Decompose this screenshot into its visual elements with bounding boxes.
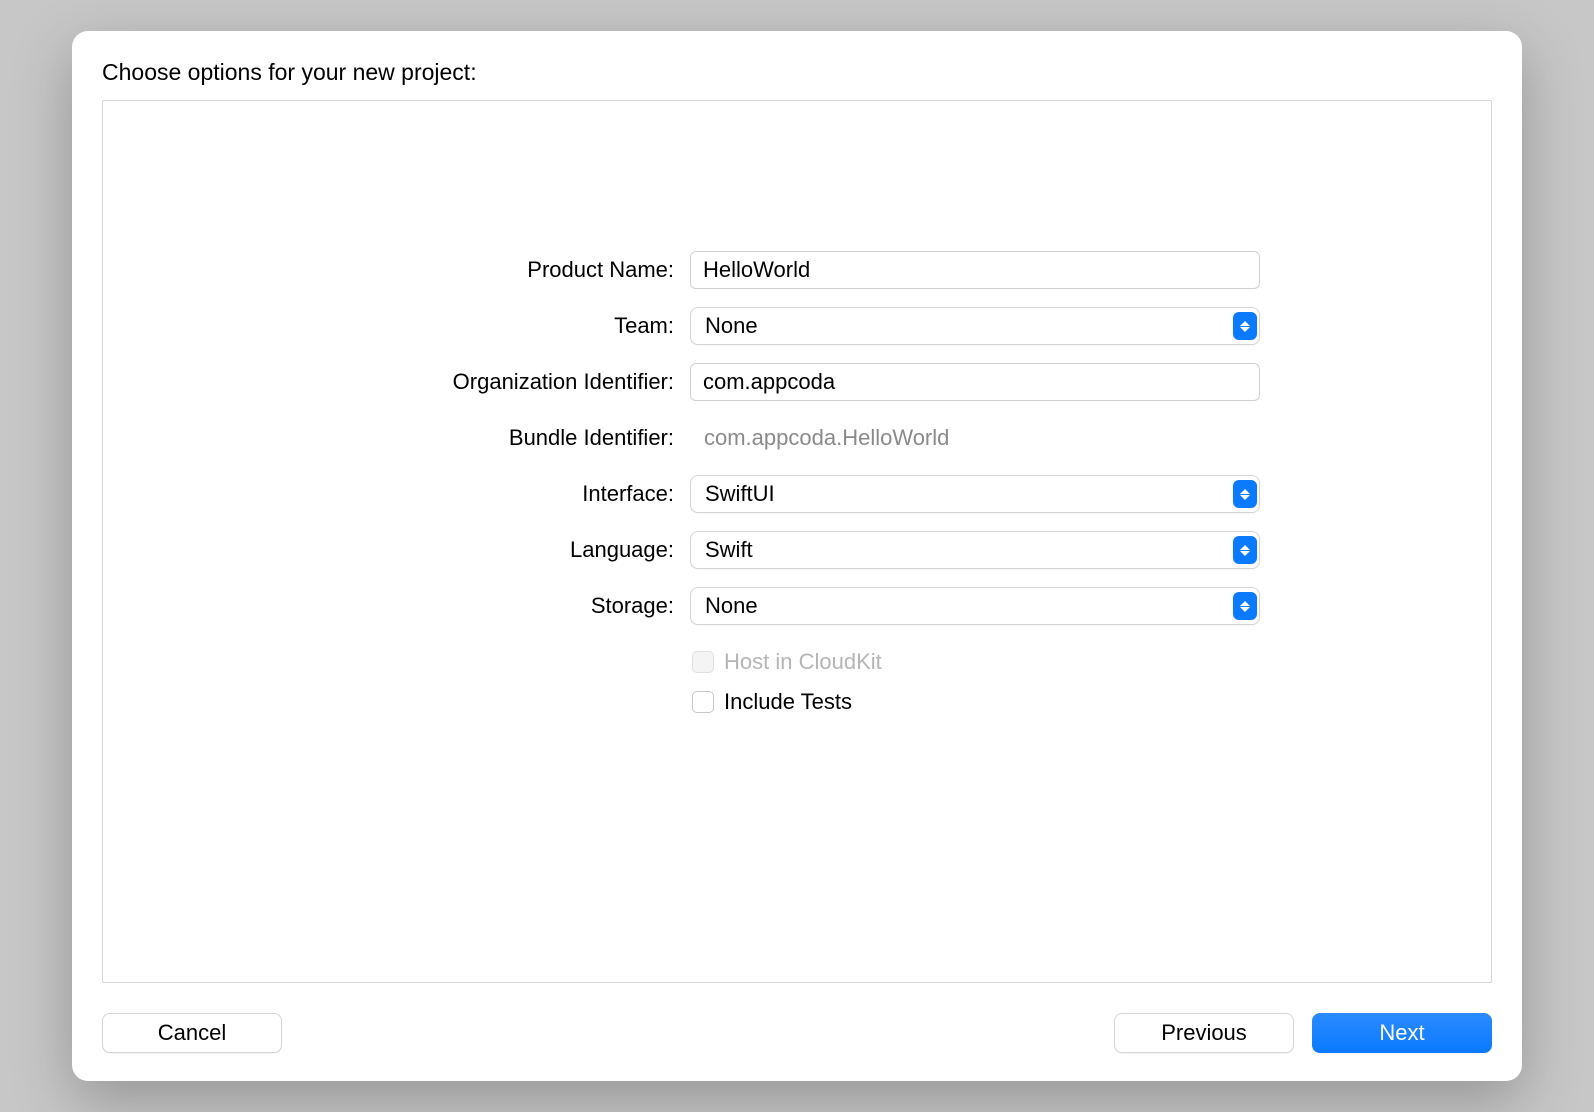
team-select[interactable]: None [690,307,1260,345]
host-cloudkit-label: Host in CloudKit [724,649,882,675]
team-label: Team: [334,313,674,339]
product-name-label: Product Name: [334,257,674,283]
chevron-up-icon [1240,321,1250,326]
chevron-up-icon [1240,545,1250,550]
storage-select-button[interactable] [1233,592,1257,620]
bundle-identifier-value: com.appcoda.HelloWorld [690,419,1260,457]
interface-select[interactable]: SwiftUI [690,475,1260,513]
include-tests-checkbox[interactable] [692,691,714,713]
language-select-value: Swift [690,531,1260,569]
chevron-down-icon [1240,551,1250,556]
chevron-down-icon [1240,495,1250,500]
new-project-options-dialog: Choose options for your new project: Pro… [72,31,1522,1081]
language-select-button[interactable] [1233,536,1257,564]
interface-label: Interface: [334,481,674,507]
options-content-frame: Product Name: Team: None Organization Id… [102,100,1492,983]
host-cloudkit-checkbox [692,651,714,673]
dialog-title: Choose options for your new project: [102,59,1492,86]
chevron-down-icon [1240,607,1250,612]
bundle-identifier-label: Bundle Identifier: [334,425,674,451]
host-cloudkit-row: Host in CloudKit [690,647,1260,677]
checkbox-stack: Host in CloudKit Include Tests [690,643,1260,717]
cancel-button[interactable]: Cancel [102,1013,282,1053]
button-row: Cancel Previous Next [102,1013,1492,1053]
interface-select-button[interactable] [1233,480,1257,508]
include-tests-row[interactable]: Include Tests [690,687,1260,717]
form-grid: Product Name: Team: None Organization Id… [334,251,1260,717]
product-name-input[interactable] [690,251,1260,289]
team-select-button[interactable] [1233,312,1257,340]
language-select[interactable]: Swift [690,531,1260,569]
include-tests-label: Include Tests [724,689,852,715]
previous-button[interactable]: Previous [1114,1013,1294,1053]
org-identifier-label: Organization Identifier: [334,369,674,395]
storage-label: Storage: [334,593,674,619]
language-label: Language: [334,537,674,563]
button-group-right: Previous Next [1114,1013,1492,1053]
org-identifier-input[interactable] [690,363,1260,401]
next-button[interactable]: Next [1312,1013,1492,1053]
chevron-up-icon [1240,601,1250,606]
chevron-down-icon [1240,327,1250,332]
team-select-value: None [690,307,1260,345]
storage-select-value: None [690,587,1260,625]
interface-select-value: SwiftUI [690,475,1260,513]
storage-select[interactable]: None [690,587,1260,625]
chevron-up-icon [1240,489,1250,494]
